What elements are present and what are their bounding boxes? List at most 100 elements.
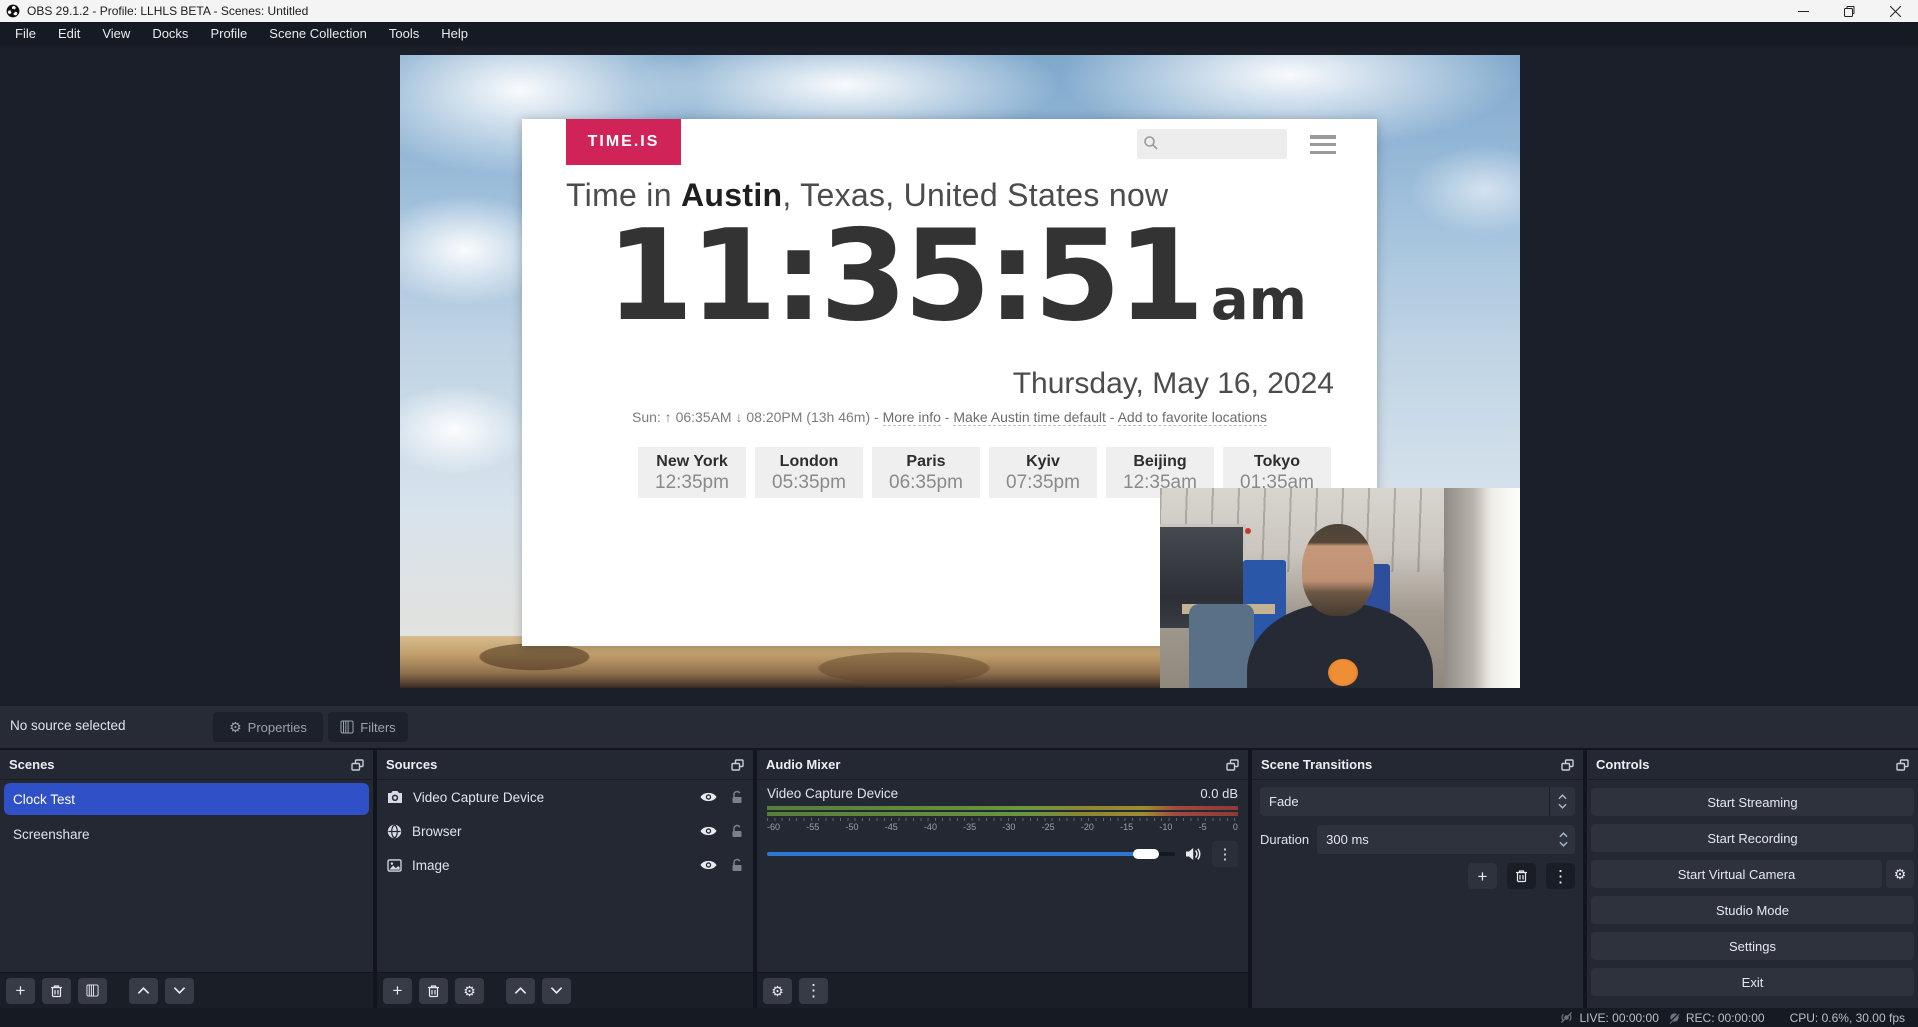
scene-transitions-panel: Scene Transitions Fade Duration 300 ms — [1252, 750, 1583, 1008]
menu-edit[interactable]: Edit — [47, 22, 91, 46]
mixer-channel-name: Video Capture Device — [767, 786, 898, 801]
move-scene-up-button[interactable] — [129, 978, 158, 1004]
controls-panel-title: Controls — [1596, 757, 1649, 772]
popout-icon[interactable] — [1896, 759, 1909, 771]
search-input[interactable] — [1137, 129, 1287, 159]
mixer-db-value: 0.0 dB — [1200, 786, 1238, 801]
lock-icon[interactable] — [731, 858, 743, 872]
menu-docks[interactable]: Docks — [141, 22, 199, 46]
start-virtual-camera-button[interactable]: Start Virtual Camera — [1591, 860, 1882, 888]
menu-tools[interactable]: Tools — [378, 22, 430, 46]
menu-help[interactable]: Help — [430, 22, 479, 46]
scenes-panel-title: Scenes — [9, 757, 55, 772]
volume-slider[interactable] — [767, 852, 1175, 856]
lock-icon[interactable] — [731, 824, 743, 838]
city-box-new-york[interactable]: New York 12:35pm — [638, 447, 746, 498]
transition-select-arrows[interactable] — [1549, 787, 1575, 816]
webcam-overlay — [1160, 488, 1520, 688]
timeis-logo[interactable]: TIME.IS — [566, 119, 681, 165]
visibility-eye-icon[interactable] — [700, 859, 717, 871]
globe-icon — [387, 824, 402, 839]
rec-status-icon — [1668, 1011, 1681, 1024]
source-item-browser[interactable]: Browser — [377, 814, 753, 848]
visibility-eye-icon[interactable] — [700, 791, 717, 803]
properties-button[interactable]: ⚙ Properties — [213, 712, 323, 742]
presenter — [1239, 524, 1441, 688]
menu-file[interactable]: File — [4, 22, 47, 46]
popout-icon[interactable] — [731, 759, 744, 771]
search-icon — [1143, 135, 1159, 151]
live-status-icon — [1559, 1011, 1574, 1024]
close-button[interactable] — [1872, 0, 1918, 22]
remove-transition-button[interactable] — [1507, 863, 1536, 889]
meter-tick-labels: -60-55-50-45-40-35-30-25-20-15-10-50 — [767, 822, 1238, 832]
window-titlebar: OBS 29.1.2 - Profile: LLHLS BETA - Scene… — [0, 0, 1918, 22]
source-item-video-capture[interactable]: Video Capture Device — [377, 780, 753, 814]
popout-icon[interactable] — [1226, 759, 1239, 771]
scene-item-clock-test[interactable]: Clock Test — [4, 783, 369, 815]
duration-spinbox[interactable]: 300 ms — [1317, 825, 1575, 854]
filters-button[interactable]: Filters — [328, 712, 408, 742]
obs-logo-icon — [6, 4, 20, 18]
volume-slider-handle[interactable] — [1133, 849, 1159, 859]
add-favorite-link[interactable]: Add to favorite locations — [1118, 409, 1267, 426]
remove-source-button[interactable] — [419, 978, 448, 1004]
add-transition-button[interactable]: + — [1468, 863, 1497, 889]
studio-mode-button[interactable]: Studio Mode — [1591, 896, 1914, 924]
image-icon — [387, 859, 402, 872]
advanced-audio-button[interactable]: ⚙ — [763, 978, 792, 1004]
city-box-kyiv[interactable]: Kyiv 07:35pm — [989, 447, 1097, 498]
minimize-button[interactable] — [1780, 0, 1826, 22]
virtual-camera-settings-button[interactable]: ⚙ — [1886, 860, 1914, 888]
start-recording-button[interactable]: Start Recording — [1591, 824, 1914, 852]
scene-filters-button[interactable] — [78, 978, 107, 1004]
sun-info-line: Sun: ↑ 06:35AM ↓ 08:20PM (13h 46m) - Mor… — [522, 409, 1377, 425]
mixer-channel-menu-button[interactable]: ⋮ — [1212, 841, 1238, 867]
volume-meter — [767, 812, 1238, 816]
sources-panel: Sources Video Capture Device — [377, 750, 753, 1008]
duration-label: Duration — [1260, 832, 1309, 847]
add-source-button[interactable]: + — [383, 978, 412, 1004]
scenes-panel: Scenes Clock Test Screenshare + — [0, 750, 373, 1008]
transition-select[interactable]: Fade — [1260, 787, 1575, 816]
restore-button[interactable] — [1826, 0, 1872, 22]
popout-icon[interactable] — [351, 759, 364, 771]
menu-profile[interactable]: Profile — [199, 22, 258, 46]
clock-meridiem: am — [1211, 268, 1307, 333]
add-scene-button[interactable]: + — [6, 978, 35, 1004]
date-display: Thursday, May 16, 2024 — [1013, 367, 1334, 401]
clock-time: 11:35:51 — [606, 207, 1201, 346]
cloud — [1410, 145, 1520, 235]
settings-button[interactable]: Settings — [1591, 932, 1914, 960]
exit-button[interactable]: Exit — [1591, 968, 1914, 996]
mixer-menu-button[interactable]: ⋮ — [799, 978, 828, 1004]
scene-preview[interactable]: TIME.IS Time in Austin, Texas, United St… — [400, 55, 1520, 688]
speaker-icon[interactable] — [1185, 847, 1202, 861]
program-canvas: TIME.IS Time in Austin, Texas, United St… — [0, 46, 1918, 706]
scene-item-screenshare[interactable]: Screenshare — [4, 818, 369, 850]
transition-menu-button[interactable]: ⋮ — [1546, 863, 1575, 889]
visibility-eye-icon[interactable] — [700, 825, 717, 837]
move-source-up-button[interactable] — [506, 978, 535, 1004]
city-box-london[interactable]: London 05:35pm — [755, 447, 863, 498]
lock-icon[interactable] — [731, 790, 743, 804]
popout-icon[interactable] — [1561, 759, 1574, 771]
move-scene-down-button[interactable] — [165, 978, 194, 1004]
source-properties-button[interactable]: ⚙ — [455, 978, 484, 1004]
concrete-pillar — [1444, 488, 1473, 688]
menu-bar: File Edit View Docks Profile Scene Colle… — [0, 22, 1918, 46]
audio-mixer-title: Audio Mixer — [766, 757, 840, 772]
source-item-image[interactable]: Image — [377, 848, 753, 882]
hamburger-menu-icon[interactable] — [1310, 135, 1336, 154]
menu-view[interactable]: View — [91, 22, 141, 46]
duration-spin-arrows[interactable] — [1559, 832, 1575, 847]
start-streaming-button[interactable]: Start Streaming — [1591, 788, 1914, 816]
remove-scene-button[interactable] — [42, 978, 71, 1004]
cloud — [400, 385, 530, 475]
dock-area: Scenes Clock Test Screenshare + — [0, 748, 1918, 1008]
menu-scene-collection[interactable]: Scene Collection — [258, 22, 378, 46]
more-info-link[interactable]: More info — [883, 409, 941, 426]
make-default-link[interactable]: Make Austin time default — [953, 409, 1106, 426]
move-source-down-button[interactable] — [542, 978, 571, 1004]
city-box-paris[interactable]: Paris 06:35pm — [872, 447, 980, 498]
